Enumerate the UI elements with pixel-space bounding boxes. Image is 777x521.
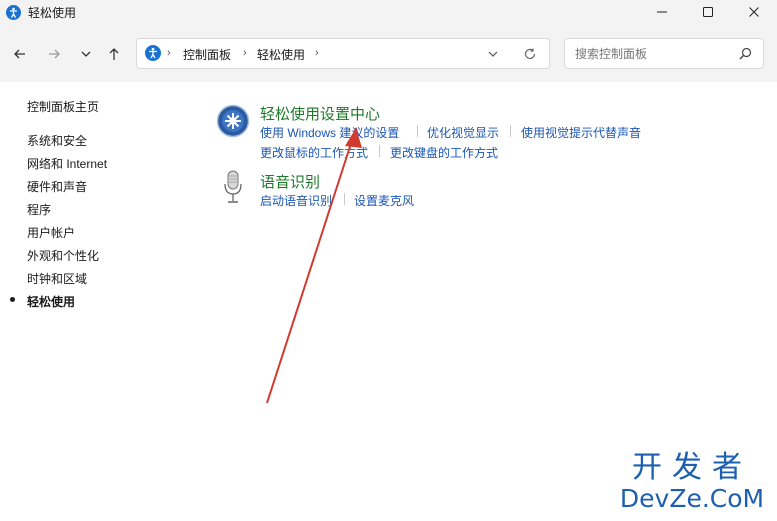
link-separator [344,193,345,205]
recent-locations-button[interactable] [76,44,96,64]
link-visual-cues-for-sounds[interactable]: 使用视觉提示代替声音 [521,124,641,141]
sidebar-item-network[interactable]: 网络和 Internet [27,155,107,172]
watermark-line-1: 开发者 [632,451,752,484]
forward-button[interactable] [44,44,64,64]
link-separator [379,145,380,157]
address-dropdown-icon[interactable] [487,48,499,60]
accessibility-icon [6,5,21,20]
category-title-ease-of-access-center[interactable]: 轻松使用设置中心 [260,103,380,124]
back-button[interactable] [10,44,30,64]
sidebar-item-home[interactable]: 控制面板主页 [27,98,99,115]
link-separator [510,125,511,137]
search-icon[interactable] [739,47,752,60]
arrow-right-icon [49,49,60,59]
refresh-icon[interactable] [523,47,537,61]
breadcrumb-control-panel[interactable]: 控制面板 [183,46,231,63]
title-bar: 轻松使用 [0,0,777,26]
link-change-keyboard[interactable]: 更改键盘的工作方式 [390,144,498,161]
chevron-down-icon [81,51,91,57]
link-recommended-settings[interactable]: 使用 Windows 建议的设置 [260,124,399,141]
search-box[interactable] [564,38,764,69]
link-change-mouse[interactable]: 更改鼠标的工作方式 [260,144,368,161]
minimize-button[interactable] [639,0,685,26]
watermark-line-2: DevZe.CoM [619,484,765,513]
sidebar-item-appearance[interactable]: 外观和个性化 [27,247,99,264]
microphone-icon[interactable] [222,170,244,204]
accessibility-icon [145,45,161,61]
arrow-left-icon [14,49,25,59]
navigation-bar: › 控制面板 › 轻松使用 › [0,26,777,82]
search-input[interactable] [573,44,737,64]
breadcrumb-separator-icon[interactable]: › [167,47,171,59]
maximize-icon [703,7,713,17]
watermark-logo: 开发者 DevZe.CoM [617,451,767,513]
breadcrumb-separator-icon[interactable]: › [315,47,319,59]
category-title-speech-recognition[interactable]: 语音识别 [260,171,320,192]
minimize-icon [657,11,667,13]
window-title: 轻松使用 [28,6,77,20]
ease-of-access-center-icon[interactable] [216,104,250,138]
sidebar: 控制面板主页 系统和安全 网络和 Internet 硬件和声音 程序 用户帐户 … [0,82,210,521]
close-button[interactable] [731,0,777,26]
sidebar-item-ease-of-access[interactable]: 轻松使用 [27,293,75,310]
arrow-up-icon [109,48,119,60]
sidebar-item-system-security[interactable]: 系统和安全 [27,132,87,149]
up-button[interactable] [104,44,124,64]
sidebar-item-hardware-sound[interactable]: 硬件和声音 [27,178,87,195]
breadcrumb-ease-of-access[interactable]: 轻松使用 [257,46,305,63]
maximize-button[interactable] [685,0,731,26]
sidebar-item-clock-region[interactable]: 时钟和区域 [27,270,87,287]
sidebar-item-programs[interactable]: 程序 [27,201,51,218]
link-start-speech-recognition[interactable]: 启动语音识别 [260,192,332,209]
breadcrumb-separator-icon[interactable]: › [243,47,247,59]
close-icon [749,7,759,17]
address-bar[interactable]: › 控制面板 › 轻松使用 › [136,38,550,69]
link-optimize-visual-display[interactable]: 优化视觉显示 [427,124,499,141]
link-separator [417,125,418,137]
link-set-up-microphone[interactable]: 设置麦克风 [354,192,414,209]
sidebar-item-user-accounts[interactable]: 用户帐户 [27,224,75,241]
active-item-bullet [10,297,15,302]
